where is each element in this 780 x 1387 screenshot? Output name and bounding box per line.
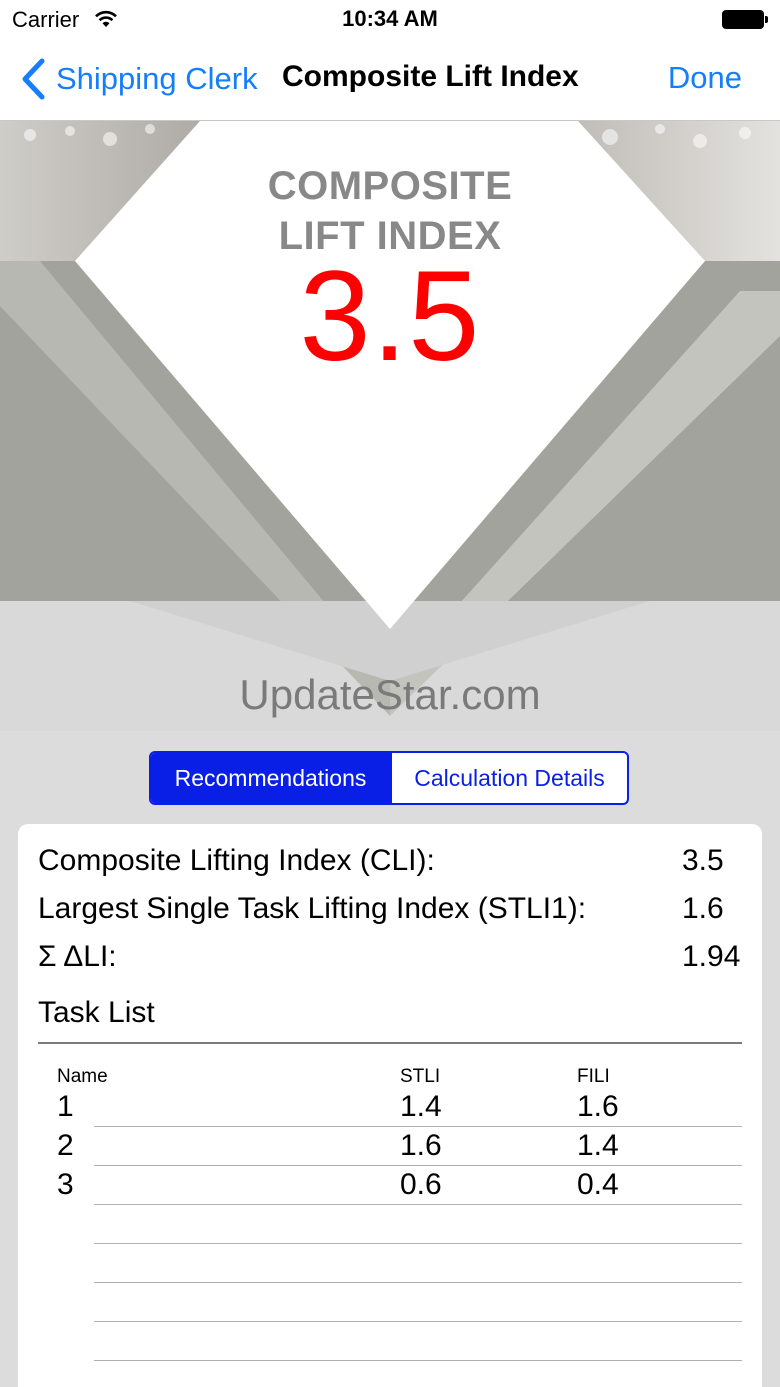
summary-label: Largest Single Task Lifting Index (STLI1… (38, 892, 587, 925)
navigation-bar: Shipping Clerk Composite Lift Index Done (0, 40, 780, 121)
row-divider (94, 1165, 742, 1166)
task-stli-cell: 1.6 (400, 1129, 442, 1162)
task-fili-cell: 1.6 (577, 1090, 619, 1123)
column-header-name: Name (57, 1066, 108, 1087)
task-list-title: Task List (38, 996, 155, 1029)
task-name-cell: 2 (57, 1129, 74, 1162)
view-segmented-control: Recommendations Calculation Details (149, 751, 629, 805)
hero-banner: COMPOSITE LIFT INDEX 3.5 UpdateStar.com (0, 121, 780, 731)
row-divider (94, 1126, 742, 1127)
watermark: UpdateStar.com (239, 671, 541, 718)
chevron-left-icon (22, 58, 45, 100)
tab-calculation-details[interactable]: Calculation Details (390, 753, 627, 803)
task-name-cell: 3 (57, 1168, 74, 1201)
done-button[interactable]: Done (668, 60, 742, 96)
summary-value: 1.94 (682, 940, 741, 973)
clock-time: 10:34 AM (342, 6, 438, 31)
summary-label: Σ ΔLI: (38, 940, 117, 973)
task-fili-cell: 1.4 (577, 1129, 619, 1162)
task-stli-cell: 1.4 (400, 1090, 442, 1123)
summary-value: 3.5 (682, 844, 724, 877)
task-name-cell: 1 (57, 1090, 74, 1123)
column-header-fili: FILI (577, 1066, 610, 1087)
row-divider (94, 1282, 742, 1283)
hero-heading-line1: COMPOSITE (267, 164, 513, 208)
row-divider (94, 1321, 742, 1322)
divider (38, 1042, 742, 1044)
composite-lift-index-value: 3.5 (299, 245, 481, 388)
tab-recommendations[interactable]: Recommendations (151, 753, 390, 803)
summary-row-stli1: Largest Single Task Lifting Index (STLI1… (38, 892, 742, 932)
back-button[interactable]: Shipping Clerk (20, 56, 258, 102)
summary-label: Composite Lifting Index (CLI): (38, 844, 435, 877)
battery-icon (722, 10, 768, 29)
summary-value: 1.6 (682, 892, 724, 925)
row-divider (94, 1243, 742, 1244)
summary-row-cli: Composite Lifting Index (CLI): 3.5 (38, 844, 742, 884)
task-stli-cell: 0.6 (400, 1168, 442, 1201)
page-title: Composite Lift Index (282, 60, 579, 93)
row-divider (94, 1204, 742, 1205)
column-header-stli: STLI (400, 1066, 441, 1087)
status-bar: Carrier 10:34 AM (0, 0, 780, 40)
results-card: Composite Lifting Index (CLI): 3.5 Large… (18, 824, 762, 1387)
back-button-label: Shipping Clerk (56, 61, 258, 96)
summary-row-delta-li: Σ ΔLI: 1.94 (38, 940, 742, 980)
task-fili-cell: 0.4 (577, 1168, 619, 1201)
row-divider (94, 1360, 742, 1361)
